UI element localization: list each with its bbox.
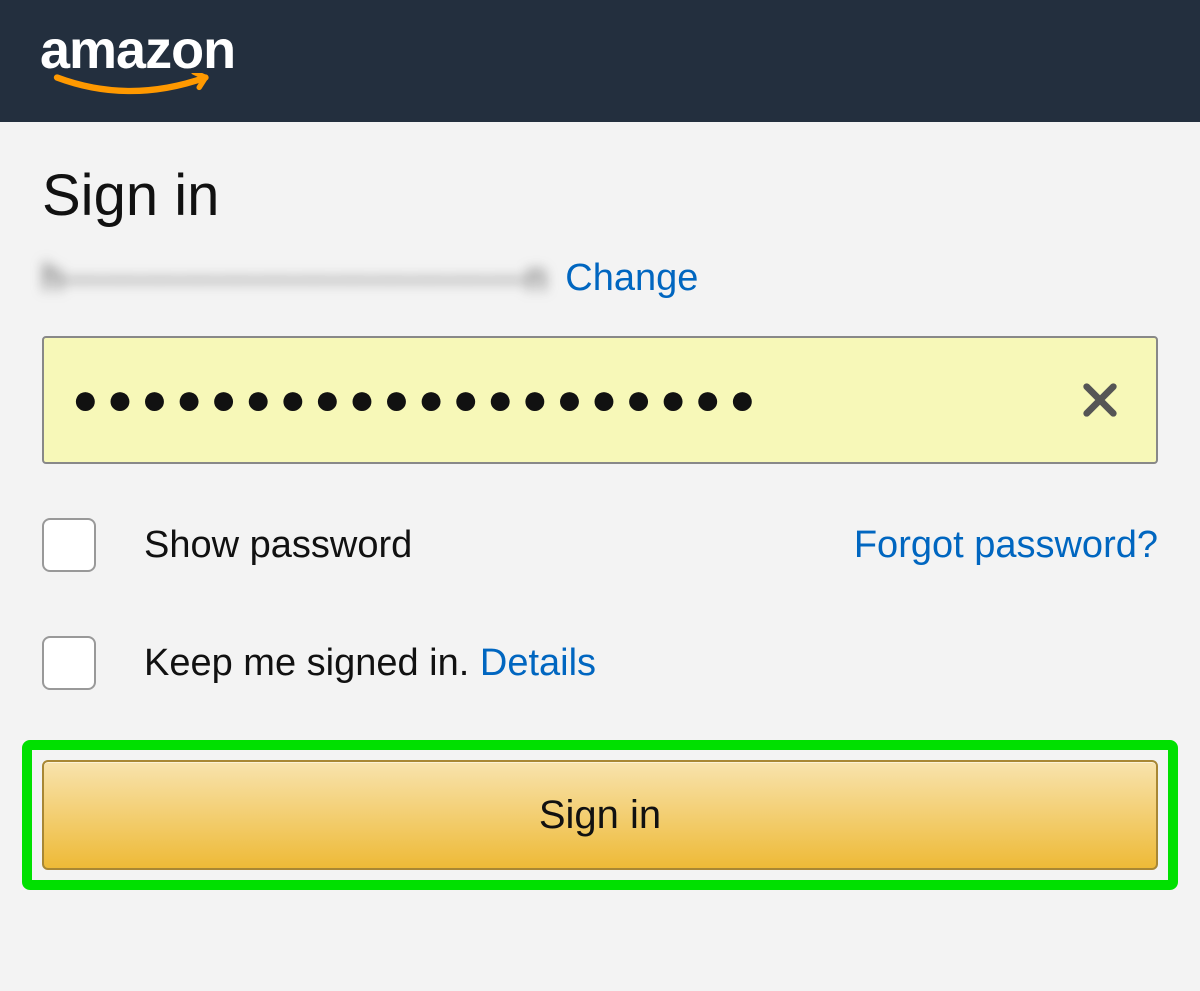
page-title: Sign in <box>42 162 1158 229</box>
change-email-link[interactable]: Change <box>565 257 698 300</box>
keep-signed-in-text: Keep me signed in. <box>144 642 480 684</box>
keep-signed-in-row: Keep me signed in. Details <box>42 636 1158 690</box>
email-row: h————————————n Change <box>42 257 1158 300</box>
amazon-swoosh-icon <box>48 73 228 100</box>
signin-form: Sign in h————————————n Change Show passw… <box>0 122 1200 890</box>
show-password-row: Show password Forgot password? <box>42 518 1158 572</box>
email-masked: h————————————n <box>42 257 547 300</box>
signin-button[interactable]: Sign in <box>42 760 1158 870</box>
details-link[interactable]: Details <box>480 642 596 684</box>
show-password-label: Show password <box>144 524 412 567</box>
clear-input-icon[interactable] <box>1080 380 1120 420</box>
keep-signed-in-label: Keep me signed in. Details <box>144 642 596 685</box>
signin-button-highlight: Sign in <box>22 740 1178 890</box>
forgot-password-link[interactable]: Forgot password? <box>854 524 1158 567</box>
password-field-wrapper <box>42 336 1158 464</box>
amazon-logo-text: amazon <box>40 23 235 77</box>
show-password-checkbox[interactable] <box>42 518 96 572</box>
password-input[interactable] <box>42 336 1158 464</box>
show-password-group: Show password <box>42 518 412 572</box>
keep-signed-in-checkbox[interactable] <box>42 636 96 690</box>
header: amazon <box>0 0 1200 122</box>
amazon-logo[interactable]: amazon <box>40 23 235 100</box>
